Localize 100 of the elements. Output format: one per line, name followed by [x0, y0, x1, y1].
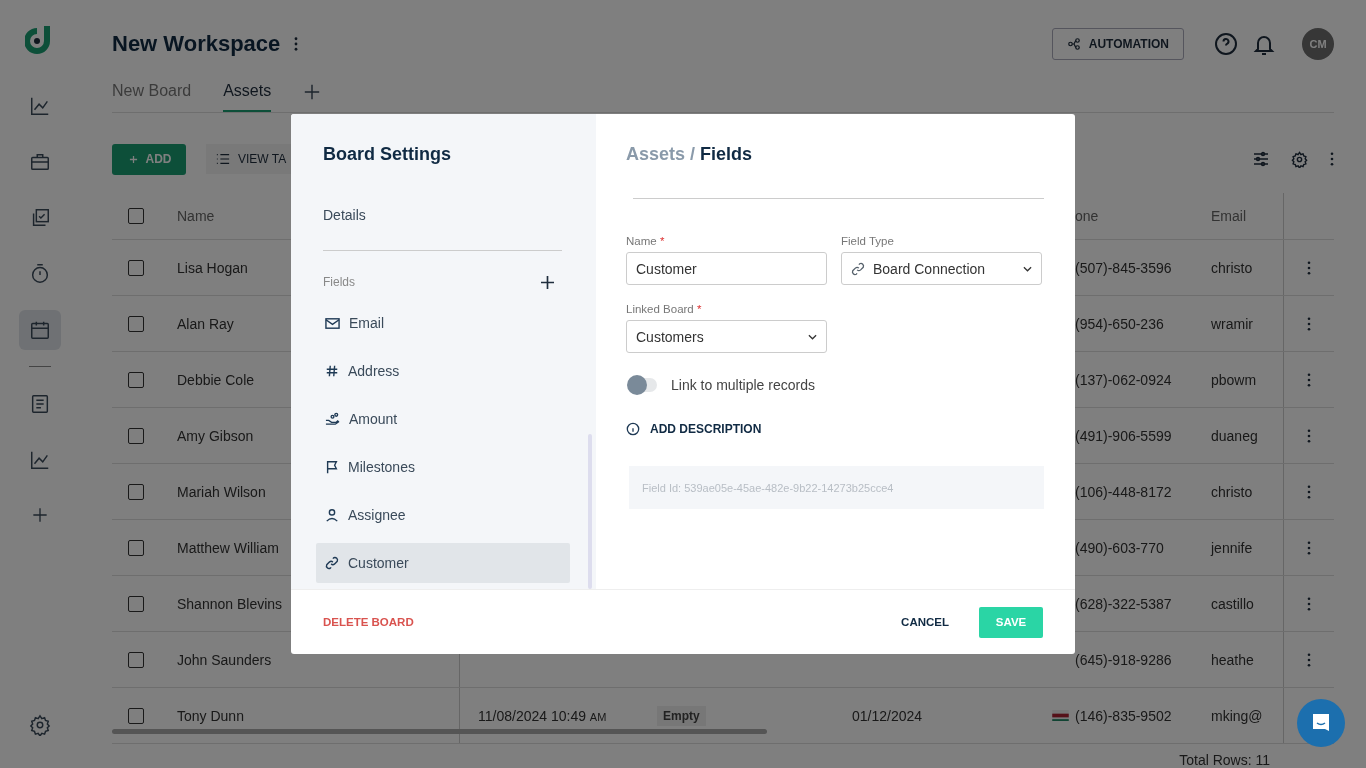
table-cell: Lisa Hogan [177, 259, 248, 276]
field-item[interactable]: Milestones [316, 447, 570, 487]
table-cell: 01/12/2024 [852, 707, 923, 724]
plus-icon[interactable] [541, 275, 554, 289]
table-cell: wramir [1211, 315, 1253, 332]
more-icon[interactable] [1306, 316, 1311, 331]
table-cell: Amy Gibson [177, 427, 254, 444]
workspace-title: New Workspace [112, 31, 281, 58]
name-field[interactable]: Customer [626, 252, 827, 285]
mail-icon [325, 315, 340, 331]
add-tab-icon[interactable] [303, 82, 322, 101]
checkbox[interactable] [128, 427, 144, 444]
details-item[interactable]: Details [323, 207, 596, 223]
flag-icon [1052, 710, 1069, 721]
column-header: Email [1211, 208, 1246, 224]
chat-button[interactable] [1297, 699, 1345, 747]
table-cell: mking@ [1211, 707, 1263, 724]
table-cell: castillo [1211, 595, 1254, 612]
checkbox[interactable] [128, 315, 144, 332]
field-type-dropdown[interactable]: Board Connection [841, 252, 1042, 285]
table-cell: Tony Dunn [177, 707, 244, 724]
table-cell: (490)-603-770 [1075, 539, 1164, 556]
table-cell: (137)-062-0924 [1075, 371, 1172, 388]
table-cell: 11/08/2024 10:49 AM [478, 707, 607, 724]
checkbox[interactable] [128, 259, 144, 276]
add-description-link[interactable]: ADD DESCRIPTION [626, 422, 762, 436]
field-label: Field Type [841, 235, 895, 247]
filter-icon[interactable] [1253, 151, 1269, 168]
field-label: Name * [626, 235, 666, 247]
checkbox[interactable] [128, 539, 144, 556]
person-icon [325, 508, 339, 522]
breadcrumb: Assets / Fields [626, 144, 754, 165]
table-cell: (507)-845-3596 [1075, 259, 1172, 276]
table-cell: jennife [1211, 539, 1253, 556]
table-cell: (491)-906-5599 [1075, 427, 1172, 444]
table-cell: (645)-918-9286 [1075, 651, 1172, 668]
more-icon[interactable] [1306, 260, 1311, 275]
board-tab[interactable]: Assets [223, 71, 272, 112]
cancel-button[interactable]: CANCEL [895, 615, 955, 629]
chart-icon[interactable] [29, 449, 51, 471]
link-icon [851, 261, 865, 276]
field-label: Linked Board * [626, 303, 703, 315]
chevron-down-icon [1023, 265, 1032, 272]
table-cell: pbowm [1211, 371, 1257, 388]
field-item[interactable]: Amount [316, 399, 570, 439]
delete-board-button[interactable]: DELETE BOARD [323, 616, 414, 628]
table-cell: heathe [1211, 651, 1254, 668]
table-cell: (628)-322-5387 [1075, 595, 1172, 612]
help-icon[interactable] [1214, 32, 1238, 57]
more-icon[interactable] [1306, 540, 1311, 555]
table-cell: christo [1211, 483, 1253, 500]
hand-coins-icon [325, 411, 340, 427]
document-icon[interactable] [29, 393, 51, 415]
info-icon [626, 422, 640, 436]
table-cell: (106)-448-8172 [1075, 483, 1172, 500]
field-item[interactable]: Email [316, 303, 570, 343]
calendar-icon[interactable] [19, 310, 61, 350]
scrollbar[interactable] [112, 729, 767, 734]
linked-board-dropdown[interactable]: Customers [626, 320, 827, 353]
column-header: Name [177, 208, 215, 224]
column-header: one [1075, 208, 1099, 224]
table-cell: John Saunders [177, 651, 272, 668]
table-cell: (146)-835-9502 [1075, 707, 1172, 724]
checkbox[interactable] [128, 483, 144, 500]
dialog-title: Board Settings [323, 144, 452, 165]
plus-icon [128, 154, 138, 164]
checkbox[interactable] [128, 208, 144, 224]
more-icon[interactable] [1306, 652, 1311, 667]
settings-icon[interactable] [29, 714, 51, 736]
table-cell: duaneg [1211, 427, 1258, 444]
table-cell: Matthew William [177, 539, 279, 556]
table-cell: Debbie Cole [177, 371, 255, 388]
checkbox[interactable] [128, 707, 144, 724]
chevron-down-icon [808, 333, 817, 340]
total-rows: Total Rows: 11 [1179, 752, 1270, 768]
table-cell: (954)-650-236 [1075, 315, 1164, 332]
more-icon[interactable] [1330, 152, 1334, 167]
field-id: Field Id: 539ae05e-45ae-482e-9b22-14273b25cce4 [629, 466, 1044, 509]
table-cell: Shannon Blevins [177, 595, 283, 612]
checkbox[interactable] [128, 595, 144, 612]
more-icon[interactable] [1306, 484, 1311, 499]
table-cell: christo [1211, 259, 1253, 276]
link-icon [325, 556, 339, 570]
list-icon [216, 152, 230, 167]
more-icon[interactable] [294, 37, 299, 52]
toggle-label: Link to multiple records [671, 377, 815, 393]
checkbox[interactable] [128, 371, 144, 388]
more-icon[interactable] [1306, 428, 1311, 443]
field-item[interactable]: Assignee [316, 495, 570, 535]
settings-icon[interactable] [1291, 150, 1308, 168]
automation-button[interactable]: AUTOMATION [1051, 28, 1184, 61]
table-cell: Alan Ray [177, 315, 234, 332]
status-tag: Empty [657, 705, 706, 726]
toggle-switch[interactable] [629, 378, 657, 392]
checkbox[interactable] [128, 651, 144, 668]
more-icon[interactable] [1306, 372, 1311, 387]
flag-icon [325, 460, 339, 474]
field-item[interactable]: Address [316, 351, 570, 391]
field-item[interactable]: Customer [316, 543, 570, 583]
more-icon[interactable] [1306, 596, 1311, 611]
